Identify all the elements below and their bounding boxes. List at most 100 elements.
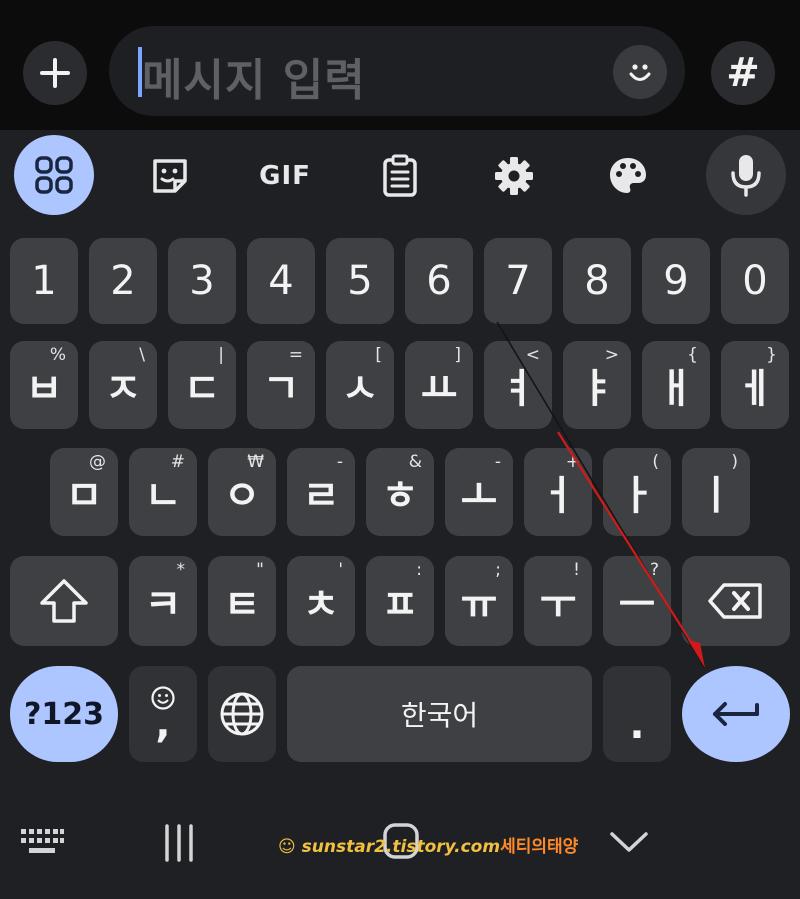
enter-key[interactable] xyxy=(682,666,790,762)
key-label: ㅊ xyxy=(302,582,340,628)
key-hint: : xyxy=(416,560,422,580)
recent-apps-button[interactable] xyxy=(152,820,206,866)
symbols-key[interactable]: ?123 xyxy=(10,666,118,762)
key-hint: ( xyxy=(652,452,659,472)
key-giyeok[interactable]: ㄱ = xyxy=(247,341,315,429)
key-9[interactable]: 9 xyxy=(642,238,710,324)
backspace-icon xyxy=(708,583,762,619)
key-label: ㅠ xyxy=(460,582,498,628)
key-bieup[interactable]: ㅂ% xyxy=(10,341,78,429)
key-label: ㄷ xyxy=(183,366,221,412)
key-eu[interactable]: ㅡ? xyxy=(603,556,671,646)
key-o[interactable]: ㅗ- xyxy=(445,448,513,536)
clipboard-button[interactable] xyxy=(360,136,440,216)
apps-grid-icon xyxy=(35,156,73,194)
key-hint: + xyxy=(565,452,580,472)
plus-icon xyxy=(40,58,70,88)
keyboard-hide-button[interactable] xyxy=(15,820,69,864)
key-yo[interactable]: ㅛ] xyxy=(405,341,473,429)
key-label: 8 xyxy=(584,258,610,304)
palette-icon xyxy=(610,158,646,193)
key-7[interactable]: 7 xyxy=(484,238,552,324)
sticker-icon xyxy=(153,159,187,193)
key-hint: > xyxy=(604,345,619,365)
key-hint: } xyxy=(766,345,777,365)
key-kieuk[interactable]: ㅋ * xyxy=(129,556,197,646)
key-ae[interactable]: ㅐ{ xyxy=(642,341,710,429)
theme-button[interactable] xyxy=(588,136,668,216)
attach-plus-button[interactable] xyxy=(23,41,87,105)
gif-button[interactable]: GIF xyxy=(245,136,325,216)
key-label: 5 xyxy=(347,258,373,304)
watermark-smiley-icon: ☺ xyxy=(278,837,296,857)
key-5[interactable]: 5 xyxy=(326,238,394,324)
key-rieul[interactable]: ㄹ- xyxy=(287,448,355,536)
voice-input-button[interactable] xyxy=(706,135,786,215)
hashtag-button[interactable]: # xyxy=(711,41,775,105)
space-bar[interactable]: 한국어 xyxy=(287,666,592,762)
key-siot[interactable]: ㅅ[ xyxy=(326,341,394,429)
hash-label: # xyxy=(726,50,760,96)
key-3[interactable]: 3 xyxy=(168,238,236,324)
key-hint: " xyxy=(256,560,264,580)
key-hint: ; xyxy=(495,560,501,580)
key-label: 4 xyxy=(268,258,294,304)
key-hint: ] xyxy=(454,345,461,365)
key-label: ㅗ xyxy=(460,473,498,519)
key-digeut[interactable]: ㄷ | xyxy=(168,341,236,429)
key-1[interactable]: 1 xyxy=(10,238,78,324)
period-label: . xyxy=(629,702,645,748)
key-2[interactable]: 2 xyxy=(89,238,157,324)
key-eo[interactable]: ㅓ + xyxy=(524,448,592,536)
key-label: ㅍ xyxy=(381,582,419,628)
key-label: ㄹ xyxy=(302,473,340,519)
shift-key[interactable] xyxy=(10,556,118,646)
key-hint: | xyxy=(218,345,224,365)
apps-button[interactable] xyxy=(14,135,94,215)
key-hint: ! xyxy=(573,560,580,580)
clipboard-icon xyxy=(383,154,417,197)
watermark-korean: 세티의태양 xyxy=(500,837,579,857)
key-i[interactable]: ㅣ) xyxy=(682,448,750,536)
key-e[interactable]: ㅔ} xyxy=(721,341,789,429)
key-4[interactable]: 4 xyxy=(247,238,315,324)
period-key[interactable]: . xyxy=(603,666,671,762)
key-label: ㅡ xyxy=(618,582,656,628)
microphone-icon xyxy=(731,155,761,197)
key-hieut[interactable]: ㅎ & xyxy=(366,448,434,536)
key-chieut[interactable]: ㅊ ' xyxy=(287,556,355,646)
language-key[interactable] xyxy=(208,666,276,762)
settings-button[interactable] xyxy=(474,136,554,216)
comma-emoji-key[interactable]: , xyxy=(129,666,197,762)
key-6[interactable]: 6 xyxy=(405,238,473,324)
enter-return-icon xyxy=(713,702,759,726)
key-jieut[interactable]: ㅈ \ xyxy=(89,341,157,429)
key-label: 1 xyxy=(31,258,57,304)
watermark: ☺ sunstar2.tistory.com세티의태양 xyxy=(278,832,578,857)
backspace-key[interactable] xyxy=(682,556,790,646)
keyboard-icon xyxy=(21,829,64,853)
key-8[interactable]: 8 xyxy=(563,238,631,324)
key-a[interactable]: ㅏ( xyxy=(603,448,671,536)
key-hint: ? xyxy=(649,560,659,580)
key-ieung[interactable]: ㅇ ₩ xyxy=(208,448,276,536)
back-button[interactable] xyxy=(602,822,656,862)
key-yu[interactable]: ㅠ; xyxy=(445,556,513,646)
key-mieum[interactable]: ㅁ @ xyxy=(50,448,118,536)
sticker-button[interactable] xyxy=(130,136,210,216)
key-hint: * xyxy=(176,560,186,580)
chevron-down-icon xyxy=(610,832,648,852)
key-pieup[interactable]: ㅍ: xyxy=(366,556,434,646)
key-yeo[interactable]: ㅕ < xyxy=(484,341,552,429)
key-label: 3 xyxy=(189,258,215,304)
key-hint: ' xyxy=(338,560,343,580)
key-u[interactable]: ㅜ! xyxy=(524,556,592,646)
key-nieun[interactable]: ㄴ # xyxy=(129,448,197,536)
emoji-button[interactable] xyxy=(613,45,667,99)
key-ya[interactable]: ㅑ > xyxy=(563,341,631,429)
key-hint: & xyxy=(408,452,422,472)
comma-label: , xyxy=(155,701,171,747)
key-0[interactable]: 0 xyxy=(721,238,789,324)
key-tieut[interactable]: ㅌ " xyxy=(208,556,276,646)
space-bar-label: 한국어 xyxy=(400,699,479,732)
